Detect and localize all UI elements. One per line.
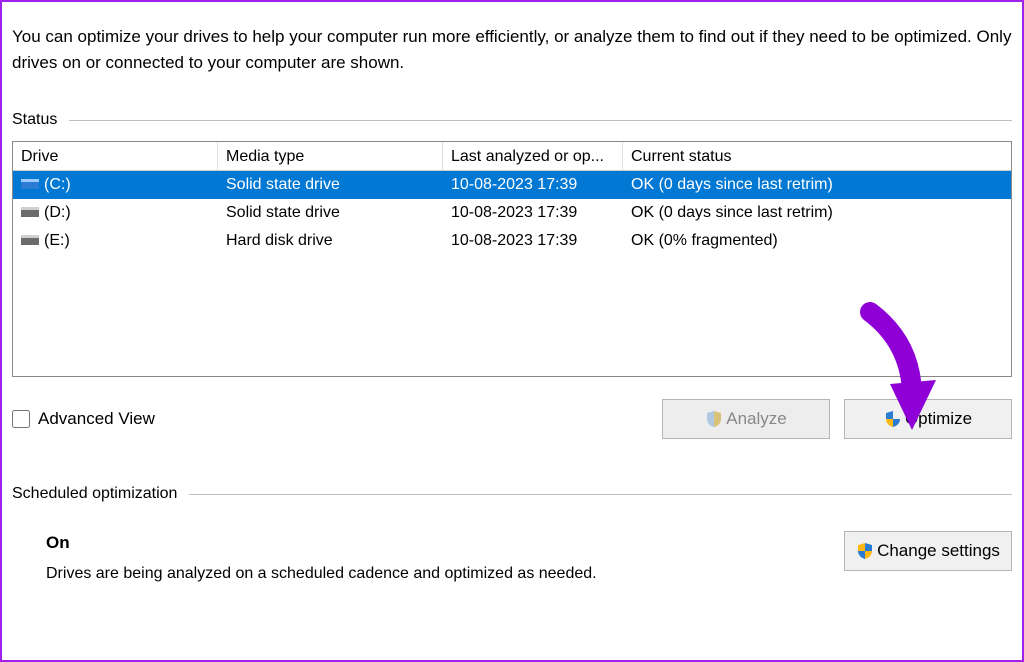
scheduled-divider <box>189 494 1012 495</box>
controls-row: Advanced View Analyze Optimize <box>12 399 1012 439</box>
advanced-view-label[interactable]: Advanced View <box>38 409 155 429</box>
cell-status: OK (0% fragmented) <box>623 227 1011 255</box>
col-drive[interactable]: Drive <box>13 142 218 170</box>
scheduled-desc: Drives are being analyzed on a scheduled… <box>46 565 597 583</box>
col-last-analyzed[interactable]: Last analyzed or op... <box>443 142 623 170</box>
scheduled-section-label: Scheduled optimization <box>12 485 177 503</box>
drive-label: (E:) <box>44 232 70 250</box>
cell-status: OK (0 days since last retrim) <box>623 171 1011 199</box>
scheduled-section: Scheduled optimization On Drives are bei… <box>12 485 1012 583</box>
col-status[interactable]: Current status <box>623 142 1011 170</box>
status-section-header: Status <box>12 111 1012 129</box>
cell-last-analyzed: 10-08-2023 17:39 <box>443 171 623 199</box>
drive-icon <box>21 207 39 219</box>
cell-drive: (C:) <box>13 171 218 199</box>
cell-last-analyzed: 10-08-2023 17:39 <box>443 227 623 255</box>
cell-drive: (D:) <box>13 199 218 227</box>
drives-table-header[interactable]: Drive Media type Last analyzed or op... … <box>13 142 1011 171</box>
cell-media-type: Solid state drive <box>218 199 443 227</box>
col-media-type[interactable]: Media type <box>218 142 443 170</box>
change-settings-button[interactable]: Change settings <box>844 531 1012 571</box>
scheduled-on-label: On <box>46 533 597 553</box>
drive-label: (D:) <box>44 204 71 222</box>
advanced-view-control[interactable]: Advanced View <box>12 409 155 429</box>
shield-icon <box>856 542 874 560</box>
cell-drive: (E:) <box>13 227 218 255</box>
shield-icon <box>705 410 723 428</box>
cell-status: OK (0 days since last retrim) <box>623 199 1011 227</box>
status-section-label: Status <box>12 111 57 129</box>
drive-icon <box>21 179 39 191</box>
optimize-button-label: Optimize <box>905 409 972 429</box>
analyze-button-label: Analyze <box>726 409 786 429</box>
change-settings-label: Change settings <box>877 541 1000 561</box>
drives-table: Drive Media type Last analyzed or op... … <box>12 141 1012 377</box>
table-row[interactable]: (C:) Solid state drive10-08-2023 17:39OK … <box>13 171 1011 199</box>
drive-icon <box>21 235 39 247</box>
optimize-button[interactable]: Optimize <box>844 399 1012 439</box>
cell-media-type: Hard disk drive <box>218 227 443 255</box>
advanced-view-checkbox[interactable] <box>12 410 30 428</box>
shield-icon <box>884 410 902 428</box>
status-divider <box>69 120 1012 121</box>
table-row[interactable]: (E:) Hard disk drive10-08-2023 17:39OK (0… <box>13 227 1011 255</box>
drive-label: (C:) <box>44 176 71 194</box>
cell-last-analyzed: 10-08-2023 17:39 <box>443 199 623 227</box>
intro-text: You can optimize your drives to help you… <box>12 24 1012 75</box>
table-row[interactable]: (D:) Solid state drive10-08-2023 17:39OK … <box>13 199 1011 227</box>
cell-media-type: Solid state drive <box>218 171 443 199</box>
analyze-button: Analyze <box>662 399 830 439</box>
